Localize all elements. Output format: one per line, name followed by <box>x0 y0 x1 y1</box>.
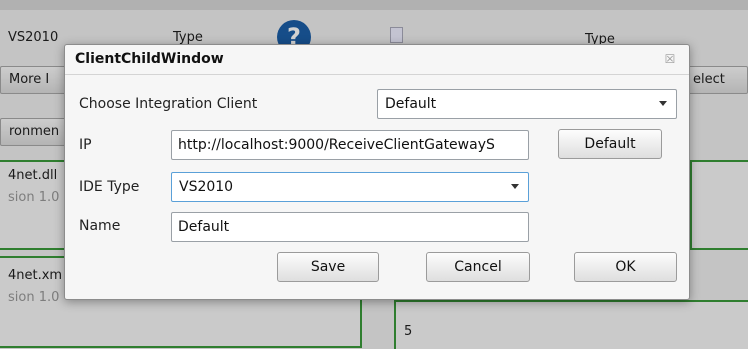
integration-client-value: Default <box>385 96 437 112</box>
ip-default-button[interactable]: Default <box>558 129 662 159</box>
chevron-down-icon <box>659 101 667 106</box>
save-button[interactable]: Save <box>277 252 379 282</box>
ok-button[interactable]: OK <box>574 252 677 282</box>
ide-type-label: IDE Type <box>79 179 140 195</box>
close-icon[interactable]: ☒ <box>663 52 677 66</box>
title-bar[interactable]: ClientChildWindow ☒ <box>65 45 689 75</box>
ip-input[interactable]: http://localhost:9000/ReceiveClientGatew… <box>171 130 529 160</box>
ide-type-value: VS2010 <box>179 179 234 195</box>
name-label: Name <box>79 218 121 234</box>
integration-client-label: Choose Integration Client <box>79 96 258 112</box>
ide-type-select[interactable]: VS2010 <box>171 172 529 202</box>
chevron-down-icon <box>511 184 519 189</box>
ip-label: IP <box>79 137 92 153</box>
client-child-window: ClientChildWindow ☒ Choose Integration C… <box>64 44 690 300</box>
integration-client-select[interactable]: Default <box>377 89 677 119</box>
name-input[interactable]: Default <box>171 212 529 242</box>
dialog-title: ClientChildWindow <box>75 51 224 67</box>
cancel-button[interactable]: Cancel <box>426 252 530 282</box>
